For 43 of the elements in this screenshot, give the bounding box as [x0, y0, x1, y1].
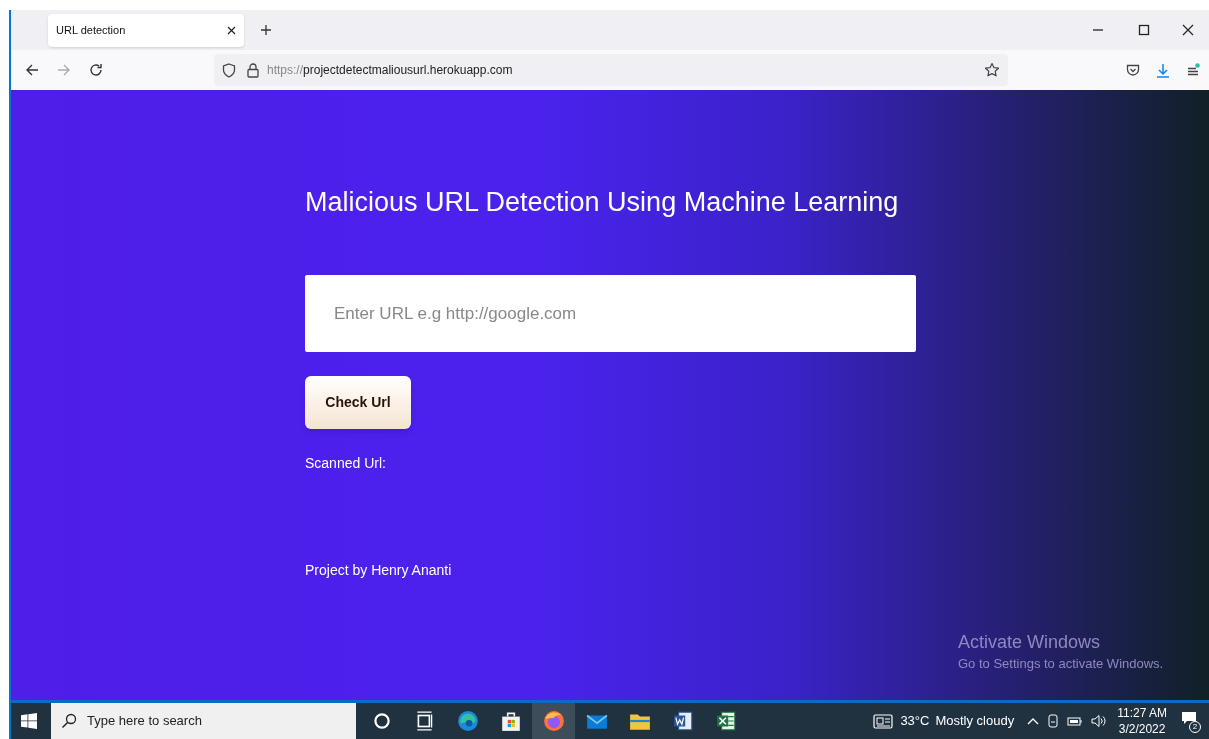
close-icon[interactable] [1182, 24, 1194, 36]
news-icon[interactable] [873, 713, 894, 729]
check-url-button[interactable]: Check Url [305, 376, 411, 429]
spreadsheet-x-icon [714, 710, 737, 732]
weather-text[interactable]: Mostly cloudy [935, 711, 1015, 731]
download-icon[interactable] [1156, 62, 1170, 78]
pocket-icon[interactable] [1126, 63, 1140, 77]
fox-globe-icon [542, 710, 565, 732]
windows-start-icon[interactable] [21, 713, 37, 729]
battery-icon[interactable] [1067, 715, 1084, 727]
reload-icon[interactable] [89, 63, 103, 77]
maximize-icon[interactable] [1138, 24, 1150, 36]
search-placeholder: Type here to search [87, 712, 202, 731]
notification-count: 2 [1189, 721, 1201, 733]
notification-button[interactable]: 2 [1181, 709, 1201, 733]
footer-text: Project by Henry Ananti [305, 561, 453, 580]
edge-icon [456, 710, 479, 732]
chevron-up-icon[interactable] [1027, 717, 1040, 725]
close-tab-icon[interactable] [227, 25, 236, 35]
device-icon[interactable] [1047, 714, 1060, 728]
browser-tab[interactable]: URL detection [48, 13, 244, 47]
document-w-icon [671, 710, 694, 732]
url-input-field[interactable]: Enter URL e.g http://google.com [305, 275, 916, 352]
star-icon[interactable] [984, 62, 1000, 78]
activation-message: Go to Settings to activate Windows. [958, 655, 1164, 673]
lock-icon [247, 62, 259, 78]
url-text[interactable]: https://projectdetectmaliousurl.herokuapp.com [267, 61, 513, 79]
shopping-bag-icon [499, 710, 522, 732]
back-icon[interactable] [25, 63, 39, 77]
clock-time[interactable]: 11:27 AM [1117, 705, 1167, 721]
notification-icon [1181, 711, 1197, 725]
page-heading: Malicious URL Detection Using Machine Learning [305, 186, 899, 219]
temperature-text[interactable]: 33°C [900, 711, 930, 731]
clock-date[interactable]: 3/2/2022 [1118, 721, 1166, 737]
activation-title: Activate Windows [958, 631, 1102, 654]
taskbar-search-box[interactable]: Type here to search [51, 703, 356, 739]
speaker-icon[interactable] [1091, 714, 1108, 728]
shield-icon[interactable] [222, 62, 236, 78]
menu-icon[interactable] [1186, 63, 1200, 77]
new-tab-icon[interactable] [260, 24, 272, 36]
search-icon [61, 713, 77, 729]
scanned-url-label: Scanned Url: [305, 454, 387, 473]
address-bar[interactable]: https://projectdetectmaliousurl.herokuapp.com [214, 54, 1008, 86]
